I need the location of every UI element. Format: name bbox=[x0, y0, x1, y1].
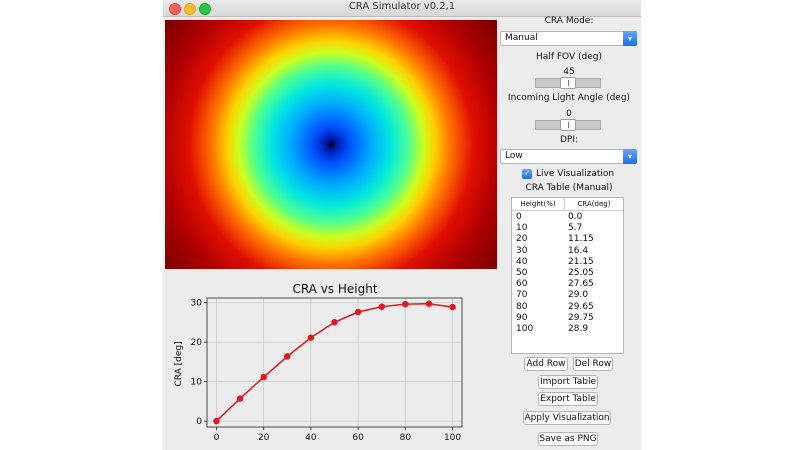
table-row[interactable]: 10 5.7 bbox=[512, 223, 623, 234]
cra-cell[interactable]: 28.9 bbox=[564, 324, 622, 335]
cra-visualization-image bbox=[165, 20, 497, 269]
table-row[interactable]: 20 11.15 bbox=[512, 234, 623, 245]
dpi-value: Low bbox=[505, 151, 523, 161]
window-title: CRA Simulator v0.2,1 bbox=[348, 1, 456, 12]
live-visualization-toggle[interactable]: ✓ Live Visualization bbox=[522, 167, 614, 180]
slider-grip-icon bbox=[568, 80, 569, 86]
export-table-button[interactable]: Export Table bbox=[538, 392, 598, 406]
cra-chart: CRA vs Height CRA [deg] 0 20 40 60 80 100 0 10 2… bbox=[165, 276, 497, 450]
table-row[interactable]: 30 16.4 bbox=[512, 246, 623, 257]
cra-cell[interactable]: 29.65 bbox=[564, 302, 622, 313]
half-fov-value: 45 bbox=[563, 67, 575, 77]
table-row[interactable]: 40 21.15 bbox=[512, 257, 623, 268]
table-row[interactable]: 80 29.65 bbox=[512, 302, 623, 313]
half-fov-slider-handle[interactable] bbox=[560, 77, 576, 89]
table-row[interactable]: 70 29.0 bbox=[512, 290, 623, 301]
cra-data-point bbox=[284, 353, 291, 360]
x-tick-label: 60 bbox=[352, 433, 364, 443]
light-angle-value: 0 bbox=[566, 109, 572, 119]
add-row-button[interactable]: Add Row bbox=[524, 357, 568, 371]
table-row[interactable]: 50 25.05 bbox=[512, 268, 623, 279]
cra-data-point bbox=[260, 373, 267, 381]
cra-data-point bbox=[331, 319, 338, 326]
cra-mode-label: CRA Mode: bbox=[544, 16, 594, 26]
chevron-down-icon: ▾ bbox=[623, 31, 637, 46]
cra-mode-select[interactable]: Manual ▾ bbox=[500, 31, 637, 46]
x-tick-label: 100 bbox=[444, 433, 461, 443]
table-row[interactable]: 0 0.0 bbox=[512, 212, 623, 223]
height-cell[interactable]: 90 bbox=[512, 313, 564, 324]
cra-data-point bbox=[449, 303, 456, 311]
cra-mode-value: Manual bbox=[505, 33, 538, 43]
cra-data-point bbox=[307, 334, 315, 341]
chart-frame bbox=[206, 297, 463, 428]
dpi-label: DPI: bbox=[559, 135, 579, 145]
light-angle-slider-handle[interactable] bbox=[560, 119, 576, 131]
x-tick-label: 20 bbox=[258, 433, 270, 443]
height-cell[interactable]: 10 bbox=[512, 223, 564, 234]
chevron-down-icon: ▾ bbox=[623, 149, 637, 164]
dpi-select[interactable]: Low ▾ bbox=[500, 149, 637, 164]
half-fov-slider[interactable] bbox=[535, 77, 601, 89]
cra-data-point bbox=[402, 300, 409, 308]
apply-visualization-button[interactable]: Apply Visualization bbox=[523, 411, 611, 425]
height-cell[interactable]: 60 bbox=[512, 279, 564, 290]
cra-cell[interactable]: 16.4 bbox=[564, 246, 622, 257]
height-cell[interactable]: 50 bbox=[512, 268, 564, 279]
height-cell[interactable]: 40 bbox=[512, 257, 564, 268]
column-header-cra[interactable]: CRA(deg) bbox=[565, 198, 623, 210]
height-cell[interactable]: 20 bbox=[512, 234, 564, 245]
cra-cell[interactable]: 11.15 bbox=[564, 234, 622, 245]
checkmark-icon[interactable]: ✓ bbox=[522, 168, 532, 179]
chart-canvas: CRA vs Height CRA [deg] 0 20 40 60 80 100 0 10 2… bbox=[174, 282, 463, 443]
slider-grip-icon bbox=[568, 122, 569, 128]
column-header-height[interactable]: Height(%) bbox=[512, 198, 565, 210]
cra-cell[interactable]: 21.15 bbox=[564, 257, 622, 268]
chart-title: CRA vs Height bbox=[292, 282, 377, 296]
chart-grid bbox=[207, 298, 462, 427]
control-panel: CRA Mode: Manual ▾ Half FOV (deg) 45 Inc… bbox=[497, 16, 641, 450]
x-tick-label: 40 bbox=[305, 433, 317, 443]
cra-table[interactable]: Height(%) CRA(deg) 0 0.0 10 5.7 20 11.15 30 16.… bbox=[511, 197, 624, 354]
y-tick-label: 10 bbox=[191, 378, 203, 388]
y-tick-label: 20 bbox=[191, 338, 203, 348]
del-row-button[interactable]: Del Row bbox=[573, 357, 613, 371]
cra-data-point bbox=[236, 395, 244, 402]
cra-cell[interactable]: 0.0 bbox=[564, 212, 622, 223]
table-row[interactable]: 90 29.75 bbox=[512, 313, 623, 324]
title-bar[interactable]: CRA Simulator v0.2,1 bbox=[163, 0, 641, 17]
height-cell[interactable]: 70 bbox=[512, 290, 564, 301]
chart-series bbox=[213, 300, 456, 425]
cra-cell[interactable]: 5.7 bbox=[564, 223, 622, 234]
cra-cell[interactable]: 29.75 bbox=[564, 313, 622, 324]
y-tick-label: 0 bbox=[196, 417, 202, 427]
cra-data-point bbox=[378, 303, 385, 310]
height-cell[interactable]: 100 bbox=[512, 324, 564, 335]
height-cell[interactable]: 0 bbox=[512, 212, 564, 223]
cra-table-title: CRA Table (Manual) bbox=[525, 183, 613, 193]
table-row[interactable]: 60 27.65 bbox=[512, 279, 623, 290]
live-visualization-label: Live Visualization bbox=[536, 168, 615, 179]
cra-cell[interactable]: 27.65 bbox=[564, 279, 622, 290]
import-table-button[interactable]: Import Table bbox=[538, 375, 598, 389]
table-header: Height(%) CRA(deg) bbox=[512, 198, 623, 211]
cra-data-point bbox=[425, 300, 433, 307]
save-as-png-button[interactable]: Save as PNG bbox=[538, 432, 598, 446]
x-tick-label: 0 bbox=[214, 433, 220, 443]
table-row[interactable]: 100 28.9 bbox=[512, 324, 623, 335]
cra-data-point bbox=[213, 417, 220, 425]
cra-cell[interactable]: 25.05 bbox=[564, 268, 622, 279]
height-cell[interactable]: 80 bbox=[512, 302, 564, 313]
cra-data-point bbox=[354, 308, 362, 316]
x-tick-label: 80 bbox=[400, 433, 412, 443]
light-angle-slider[interactable] bbox=[535, 119, 601, 131]
half-fov-label: Half FOV (deg) bbox=[536, 52, 602, 62]
light-angle-label: Incoming Light Angle (deg) bbox=[507, 93, 631, 103]
cra-cell[interactable]: 29.0 bbox=[564, 290, 622, 301]
table-rows: 0 0.0 10 5.7 20 11.15 30 16.4 40 21.15 50 25.05 60 27… bbox=[512, 212, 623, 335]
height-cell[interactable]: 30 bbox=[512, 246, 564, 257]
chart-y-axis-label: CRA [deg] bbox=[174, 341, 184, 386]
y-tick-label: 30 bbox=[191, 299, 203, 309]
